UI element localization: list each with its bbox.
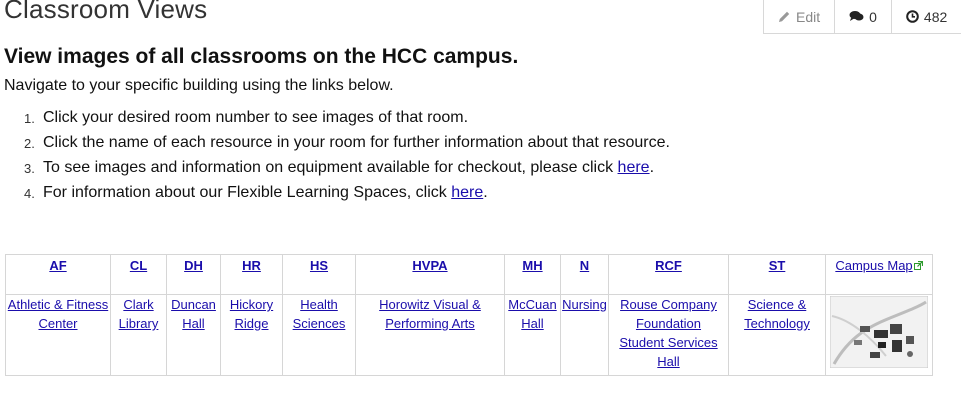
building-code-link-cl[interactable]: CL [130, 258, 147, 273]
building-name-cell: Athletic & Fitness Center [5, 294, 111, 376]
building-code-cell: AF [5, 254, 111, 295]
building-name-cell: Horowitz Visual & Performing Arts [355, 294, 505, 376]
building-code-cell: ST [728, 254, 826, 295]
building-name-cell: Rouse Company Foundation Student Services… [608, 294, 729, 376]
page-actions-toolbar: Edit 0 482 [763, 0, 962, 34]
building-names-row: Athletic & Fitness Center Clark Library Du… [5, 294, 933, 376]
building-code-link-rcf[interactable]: RCF [655, 258, 682, 273]
building-code-link-mh[interactable]: MH [522, 258, 542, 273]
edit-button[interactable]: Edit [764, 0, 836, 33]
building-code-link-af[interactable]: AF [49, 258, 66, 273]
buildings-table: AF CL DH HR HS HVPA MH N RCF ST Campus M… [5, 254, 933, 376]
instructions-list: 1. Click your desired room number to see… [4, 107, 904, 207]
page-title: Classroom Views [4, 0, 208, 24]
building-code-link-hr[interactable]: HR [242, 258, 261, 273]
campus-map-link[interactable]: Campus Map [835, 258, 912, 273]
building-code-cell: MH [504, 254, 561, 295]
list-number: 1. [24, 111, 35, 126]
edit-label: Edit [796, 8, 821, 25]
campus-map-cell: Campus Map [825, 254, 933, 295]
building-name-link-st[interactable]: Science & Technology [744, 297, 810, 331]
campus-map-thumbnail [830, 296, 928, 368]
instruction-suffix: . [483, 184, 488, 201]
building-name-link-cl[interactable]: Clark Library [119, 297, 159, 331]
building-name-cell: Science & Technology [728, 294, 826, 376]
list-number: 2. [24, 136, 35, 151]
building-name-cell: Duncan Hall [166, 294, 221, 376]
instruction-item: 2. Click the name of each resource in yo… [4, 132, 904, 157]
building-code-cell: RCF [608, 254, 729, 295]
building-name-link-rcf[interactable]: Rouse Company Foundation Student Services… [619, 297, 717, 369]
instruction-text: For information about our Flexible Learn… [43, 184, 452, 201]
building-code-cell: HVPA [355, 254, 505, 295]
building-code-link-hvpa[interactable]: HVPA [412, 258, 447, 273]
building-name-link-hvpa[interactable]: Horowitz Visual & Performing Arts [379, 297, 481, 331]
pencil-icon [778, 10, 791, 23]
building-code-cell: N [560, 254, 609, 295]
building-name-cell: Health Sciences [282, 294, 356, 376]
building-code-cell: HS [282, 254, 356, 295]
comments-count: 0 [869, 8, 877, 25]
building-name-link-hr[interactable]: Hickory Ridge [230, 297, 273, 331]
building-name-link-af[interactable]: Athletic & Fitness Center [8, 297, 108, 331]
instruction-item: 3. To see images and information on equi… [4, 157, 904, 182]
building-code-link-n[interactable]: N [580, 258, 589, 273]
building-name-cell: Nursing [560, 294, 609, 376]
building-code-cell: DH [166, 254, 221, 295]
equipment-checkout-link[interactable]: here [618, 159, 650, 176]
building-name-cell: Clark Library [110, 294, 167, 376]
instruction-suffix: . [649, 159, 655, 176]
building-name-cell: Hickory Ridge [220, 294, 283, 376]
comment-bubble-icon [849, 10, 864, 23]
instruction-item: 4. For information about our Flexible Le… [4, 182, 904, 207]
instruction-text: To see images and information on equipme… [43, 159, 618, 176]
intro-navigate-text: Navigate to your specific building using… [4, 77, 394, 94]
building-code-cell: CL [110, 254, 167, 295]
campus-map-thumbnail-cell [825, 294, 933, 376]
building-name-cell: McCuan Hall [504, 294, 561, 376]
building-codes-row: AF CL DH HR HS HVPA MH N RCF ST Campus M… [5, 254, 933, 295]
external-link-icon [913, 258, 923, 273]
building-code-link-hs[interactable]: HS [310, 258, 328, 273]
building-name-link-n[interactable]: Nursing [562, 297, 607, 312]
campus-map-thumbnail-link[interactable] [826, 296, 932, 368]
views-button[interactable]: 482 [891, 0, 962, 33]
instruction-item: 1. Click your desired room number to see… [4, 107, 904, 132]
building-code-link-dh[interactable]: DH [184, 258, 203, 273]
clock-icon [906, 10, 919, 23]
list-number: 4. [24, 186, 35, 201]
comments-button[interactable]: 0 [835, 0, 892, 33]
building-name-link-dh[interactable]: Duncan Hall [171, 297, 216, 331]
building-code-link-st[interactable]: ST [769, 258, 786, 273]
flexible-learning-spaces-link[interactable]: here [451, 184, 483, 201]
intro-heading: View images of all classrooms on the HCC… [4, 45, 519, 68]
building-code-cell: HR [220, 254, 283, 295]
views-count: 482 [923, 8, 948, 25]
building-name-link-mh[interactable]: McCuan Hall [508, 297, 556, 331]
instruction-text: Click your desired room number to see im… [43, 109, 469, 126]
building-name-link-hs[interactable]: Health Sciences [293, 297, 346, 331]
list-number: 3. [24, 161, 35, 176]
instruction-text: Click the name of each resource in your … [43, 134, 670, 151]
